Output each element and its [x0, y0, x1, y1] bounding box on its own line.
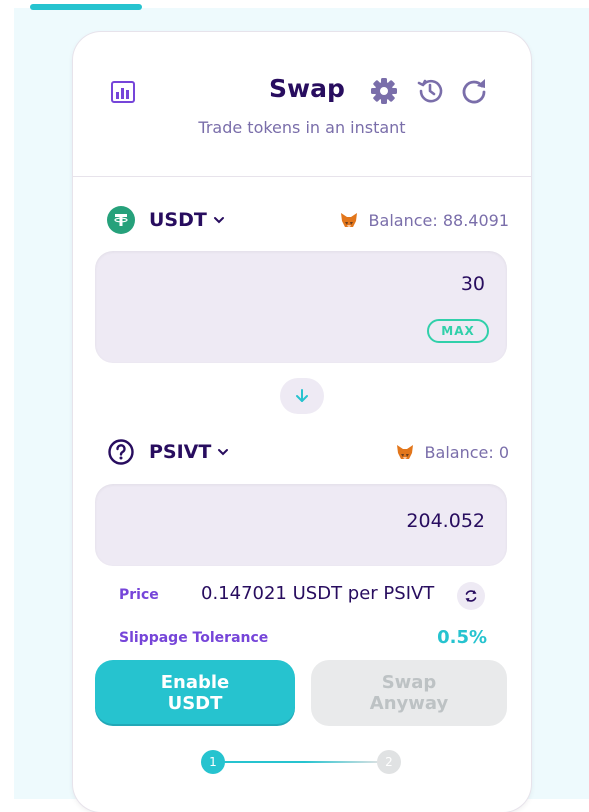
stepper-line: [211, 761, 381, 763]
page-subtitle: Trade tokens in an instant: [198, 118, 406, 137]
from-amount-box: MAX: [95, 251, 507, 363]
swap-button-line2: Anyway: [369, 693, 449, 714]
to-token-selector[interactable]: PSIVT: [107, 437, 229, 467]
slippage-label: Slippage Tolerance: [119, 630, 269, 646]
question-circle-icon: [107, 438, 135, 466]
price-value: 0.147021 USDT per PSIVT: [201, 583, 435, 604]
enable-usdt-button[interactable]: Enable USDT: [95, 660, 295, 726]
tether-logo-icon: [107, 206, 135, 234]
step-2-dot: 2: [377, 750, 401, 774]
to-balance-text: Balance: 0: [424, 442, 509, 462]
from-balance-text: Balance: 88.4091: [368, 210, 509, 230]
page-title: Swap: [269, 74, 345, 103]
to-token-symbol: PSIVT: [149, 441, 212, 463]
active-tab-indicator: [30, 4, 142, 10]
chevron-down-icon: [213, 217, 224, 224]
approval-stepper: 1 2: [197, 748, 401, 776]
from-amount-input[interactable]: [185, 273, 485, 295]
to-amount-box: [95, 484, 507, 566]
chevron-down-icon: [218, 449, 229, 456]
history-icon: [417, 79, 443, 103]
swap-header: Swap Trade tokens in an instant: [73, 32, 531, 177]
to-amount-input[interactable]: [185, 510, 485, 532]
settings-button[interactable]: [369, 76, 399, 106]
swap-circle-icon: [465, 590, 477, 602]
gear-icon: [371, 78, 397, 104]
from-balance: Balance: 88.4091: [339, 205, 509, 235]
arrow-down-icon: [296, 389, 308, 402]
refresh-button[interactable]: [459, 76, 489, 106]
from-token-symbol: USDT: [149, 209, 207, 231]
history-button[interactable]: [415, 76, 445, 106]
metamask-fox-icon: [396, 445, 413, 459]
enable-button-line1: Enable: [160, 672, 230, 693]
price-label: Price: [119, 587, 159, 603]
step-1-dot: 1: [201, 750, 225, 774]
slippage-value: 0.5%: [437, 627, 487, 648]
chart-icon: [111, 81, 135, 103]
metamask-fox-icon: [340, 213, 357, 227]
max-button[interactable]: MAX: [427, 319, 489, 343]
chart-button[interactable]: [109, 78, 137, 106]
swap-card: Swap Trade tokens in an instant USDT Bal…: [73, 32, 531, 812]
to-balance: Balance: 0: [395, 437, 509, 467]
refresh-icon: [462, 79, 486, 104]
enable-button-line2: USDT: [167, 693, 223, 714]
switch-direction-button[interactable]: [280, 378, 324, 414]
swap-anyway-button[interactable]: Swap Anyway: [311, 660, 507, 726]
swap-button-line1: Swap: [381, 672, 437, 693]
from-token-selector[interactable]: USDT: [107, 205, 225, 235]
invert-price-button[interactable]: [457, 582, 485, 610]
